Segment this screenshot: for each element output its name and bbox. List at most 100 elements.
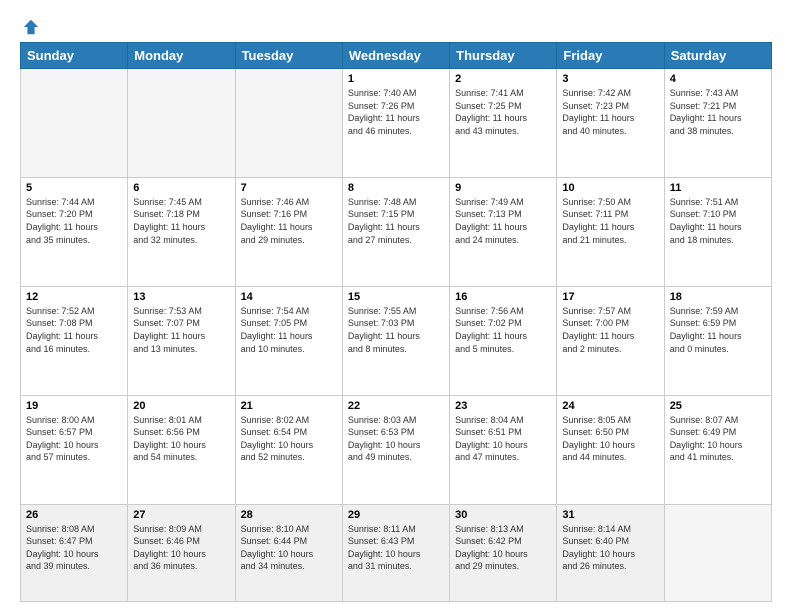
day-number: 21 [241, 400, 337, 412]
day-info: Sunrise: 8:03 AM Sunset: 6:53 PM Dayligh… [348, 414, 444, 464]
calendar-cell: 15 Sunrise: 7:55 AM Sunset: 7:03 PM Dayli… [342, 286, 449, 395]
day-number: 3 [562, 73, 658, 85]
day-info: Sunrise: 7:40 AM Sunset: 7:26 PM Dayligh… [348, 87, 444, 137]
logo-icon [22, 18, 40, 36]
day-info: Sunrise: 8:13 AM Sunset: 6:42 PM Dayligh… [455, 523, 551, 573]
day-number: 6 [133, 182, 229, 194]
day-info: Sunrise: 8:08 AM Sunset: 6:47 PM Dayligh… [26, 523, 122, 573]
calendar-cell: 23 Sunrise: 8:04 AM Sunset: 6:51 PM Dayli… [450, 395, 557, 504]
day-number: 11 [670, 182, 766, 194]
day-info: Sunrise: 8:11 AM Sunset: 6:43 PM Dayligh… [348, 523, 444, 573]
day-number: 19 [26, 400, 122, 412]
day-info: Sunrise: 8:01 AM Sunset: 6:56 PM Dayligh… [133, 414, 229, 464]
week-row-2: 5 Sunrise: 7:44 AM Sunset: 7:20 PM Daylig… [21, 177, 772, 286]
day-number: 4 [670, 73, 766, 85]
calendar-cell: 22 Sunrise: 8:03 AM Sunset: 6:53 PM Dayli… [342, 395, 449, 504]
day-number: 5 [26, 182, 122, 194]
day-info: Sunrise: 8:00 AM Sunset: 6:57 PM Dayligh… [26, 414, 122, 464]
calendar-cell: 26Sunrise: 8:08 AM Sunset: 6:47 PM Dayli… [21, 504, 128, 601]
page: SundayMondayTuesdayWednesdayThursdayFrid… [0, 0, 792, 612]
day-info: Sunrise: 7:50 AM Sunset: 7:11 PM Dayligh… [562, 196, 658, 246]
calendar-cell: 29 Sunrise: 8:11 AM Sunset: 6:43 PM Dayli… [342, 504, 449, 601]
calendar-cell: 24 Sunrise: 8:05 AM Sunset: 6:50 PM Dayli… [557, 395, 664, 504]
day-info: Sunrise: 7:51 AM Sunset: 7:10 PM Dayligh… [670, 196, 766, 246]
day-info: Sunrise: 7:59 AM Sunset: 6:59 PM Dayligh… [670, 305, 766, 355]
day-number: 29 [348, 509, 444, 521]
calendar-cell [235, 69, 342, 178]
day-info: Sunrise: 8:09 AM Sunset: 6:46 PM Dayligh… [133, 523, 229, 573]
day-number: 16 [455, 291, 551, 303]
day-info: Sunrise: 7:49 AM Sunset: 7:13 PM Dayligh… [455, 196, 551, 246]
day-info: Sunrise: 8:14 AM Sunset: 6:40 PM Dayligh… [562, 523, 658, 573]
day-info: Sunrise: 7:55 AM Sunset: 7:03 PM Dayligh… [348, 305, 444, 355]
day-info: Sunrise: 7:53 AM Sunset: 7:07 PM Dayligh… [133, 305, 229, 355]
day-number: 14 [241, 291, 337, 303]
day-info: Sunrise: 7:43 AM Sunset: 7:21 PM Dayligh… [670, 87, 766, 137]
calendar-cell: 5 Sunrise: 7:44 AM Sunset: 7:20 PM Daylig… [21, 177, 128, 286]
calendar-cell: 18 Sunrise: 7:59 AM Sunset: 6:59 PM Dayli… [664, 286, 771, 395]
day-number: 18 [670, 291, 766, 303]
calendar-cell: 31 Sunrise: 8:14 AM Sunset: 6:40 PM Dayli… [557, 504, 664, 601]
day-number: 17 [562, 291, 658, 303]
day-info: Sunrise: 7:45 AM Sunset: 7:18 PM Dayligh… [133, 196, 229, 246]
day-number: 25 [670, 400, 766, 412]
calendar-cell: 17 Sunrise: 7:57 AM Sunset: 7:00 PM Dayli… [557, 286, 664, 395]
calendar-cell: 20Sunrise: 8:01 AM Sunset: 6:56 PM Dayli… [128, 395, 235, 504]
weekday-header-sunday: Sunday [21, 43, 128, 69]
calendar-cell: 4 Sunrise: 7:43 AM Sunset: 7:21 PM Daylig… [664, 69, 771, 178]
day-number: 23 [455, 400, 551, 412]
day-number: 12 [26, 291, 122, 303]
calendar-cell: 10 Sunrise: 7:50 AM Sunset: 7:11 PM Dayli… [557, 177, 664, 286]
day-info: Sunrise: 7:42 AM Sunset: 7:23 PM Dayligh… [562, 87, 658, 137]
week-row-5: 26Sunrise: 8:08 AM Sunset: 6:47 PM Dayli… [21, 504, 772, 601]
day-number: 1 [348, 73, 444, 85]
day-number: 28 [241, 509, 337, 521]
day-number: 30 [455, 509, 551, 521]
calendar-cell: 28 Sunrise: 8:10 AM Sunset: 6:44 PM Dayli… [235, 504, 342, 601]
calendar-header-row: SundayMondayTuesdayWednesdayThursdayFrid… [21, 43, 772, 69]
logo [20, 18, 40, 32]
weekday-header-wednesday: Wednesday [342, 43, 449, 69]
day-number: 27 [133, 509, 229, 521]
day-number: 2 [455, 73, 551, 85]
day-number: 13 [133, 291, 229, 303]
calendar-cell: 8 Sunrise: 7:48 AM Sunset: 7:15 PM Daylig… [342, 177, 449, 286]
calendar-cell: 27 Sunrise: 8:09 AM Sunset: 6:46 PM Dayli… [128, 504, 235, 601]
weekday-header-friday: Friday [557, 43, 664, 69]
day-info: Sunrise: 7:44 AM Sunset: 7:20 PM Dayligh… [26, 196, 122, 246]
week-row-4: 19 Sunrise: 8:00 AM Sunset: 6:57 PM Dayli… [21, 395, 772, 504]
calendar-cell: 16Sunrise: 7:56 AM Sunset: 7:02 PM Dayli… [450, 286, 557, 395]
calendar-cell: 13 Sunrise: 7:53 AM Sunset: 7:07 PM Dayli… [128, 286, 235, 395]
day-info: Sunrise: 8:07 AM Sunset: 6:49 PM Dayligh… [670, 414, 766, 464]
calendar-table: SundayMondayTuesdayWednesdayThursdayFrid… [20, 42, 772, 602]
day-number: 15 [348, 291, 444, 303]
day-info: Sunrise: 7:54 AM Sunset: 7:05 PM Dayligh… [241, 305, 337, 355]
calendar-cell: 19 Sunrise: 8:00 AM Sunset: 6:57 PM Dayli… [21, 395, 128, 504]
day-number: 22 [348, 400, 444, 412]
calendar-cell: 7 Sunrise: 7:46 AM Sunset: 7:16 PM Daylig… [235, 177, 342, 286]
day-number: 24 [562, 400, 658, 412]
day-info: Sunrise: 7:52 AM Sunset: 7:08 PM Dayligh… [26, 305, 122, 355]
day-info: Sunrise: 7:48 AM Sunset: 7:15 PM Dayligh… [348, 196, 444, 246]
day-number: 7 [241, 182, 337, 194]
week-row-1: 1 Sunrise: 7:40 AM Sunset: 7:26 PM Daylig… [21, 69, 772, 178]
calendar-body: 1 Sunrise: 7:40 AM Sunset: 7:26 PM Daylig… [21, 69, 772, 602]
day-info: Sunrise: 8:02 AM Sunset: 6:54 PM Dayligh… [241, 414, 337, 464]
calendar-cell: 9Sunrise: 7:49 AM Sunset: 7:13 PM Daylig… [450, 177, 557, 286]
day-info: Sunrise: 7:46 AM Sunset: 7:16 PM Dayligh… [241, 196, 337, 246]
calendar-cell: 2 Sunrise: 7:41 AM Sunset: 7:25 PM Daylig… [450, 69, 557, 178]
day-info: Sunrise: 8:10 AM Sunset: 6:44 PM Dayligh… [241, 523, 337, 573]
week-row-3: 12 Sunrise: 7:52 AM Sunset: 7:08 PM Dayli… [21, 286, 772, 395]
day-info: Sunrise: 8:05 AM Sunset: 6:50 PM Dayligh… [562, 414, 658, 464]
calendar-cell: 21 Sunrise: 8:02 AM Sunset: 6:54 PM Dayli… [235, 395, 342, 504]
day-number: 31 [562, 509, 658, 521]
calendar-cell [128, 69, 235, 178]
day-info: Sunrise: 7:41 AM Sunset: 7:25 PM Dayligh… [455, 87, 551, 137]
day-info: Sunrise: 7:57 AM Sunset: 7:00 PM Dayligh… [562, 305, 658, 355]
calendar-cell: 12 Sunrise: 7:52 AM Sunset: 7:08 PM Dayli… [21, 286, 128, 395]
day-number: 10 [562, 182, 658, 194]
day-info: Sunrise: 8:04 AM Sunset: 6:51 PM Dayligh… [455, 414, 551, 464]
calendar-cell: 14 Sunrise: 7:54 AM Sunset: 7:05 PM Dayli… [235, 286, 342, 395]
day-number: 8 [348, 182, 444, 194]
calendar-cell: 3 Sunrise: 7:42 AM Sunset: 7:23 PM Daylig… [557, 69, 664, 178]
